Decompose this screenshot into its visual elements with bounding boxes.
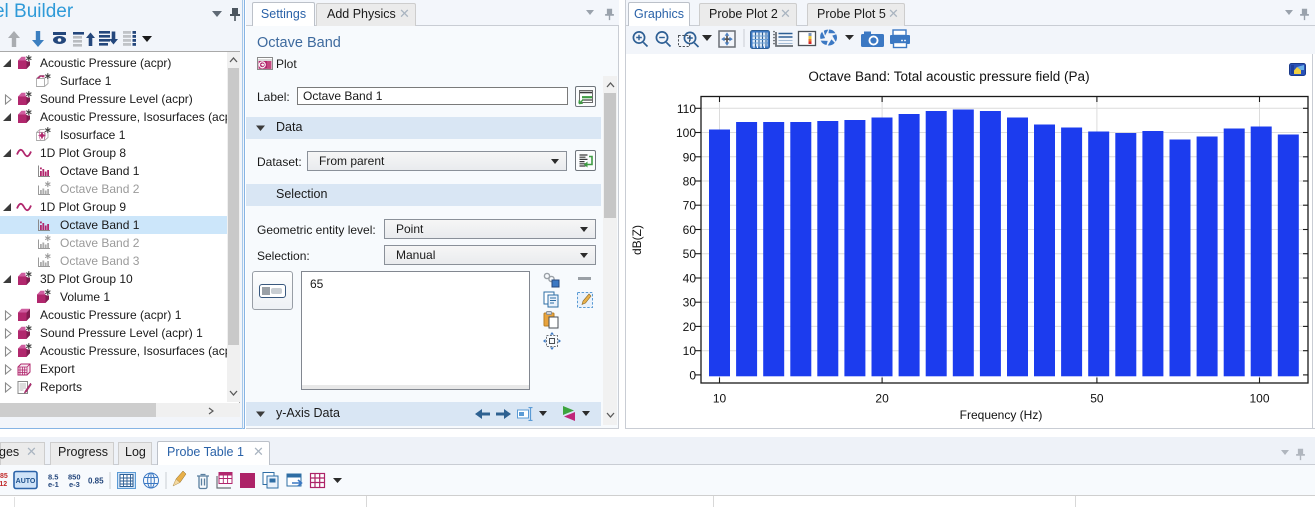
- svg-text:50: 50: [683, 247, 697, 261]
- svg-text:0: 0: [689, 368, 696, 382]
- svg-text:-12: -12: [0, 481, 7, 488]
- svg-text:e-1: e-1: [48, 480, 59, 489]
- svg-text:60: 60: [683, 223, 697, 237]
- svg-text:dB(Z): dB(Z): [630, 225, 644, 255]
- svg-text:110: 110: [677, 102, 696, 116]
- svg-text:90: 90: [683, 150, 697, 164]
- svg-text:40: 40: [683, 272, 697, 286]
- svg-text:100: 100: [1249, 392, 1269, 406]
- svg-text:20: 20: [683, 320, 697, 334]
- svg-text:AUTO: AUTO: [16, 478, 36, 485]
- svg-text:10: 10: [683, 344, 697, 358]
- svg-text:50: 50: [1090, 392, 1104, 406]
- svg-text:80: 80: [683, 175, 697, 189]
- svg-text:70: 70: [683, 199, 697, 213]
- svg-text:10: 10: [713, 392, 727, 406]
- svg-text:0.85: 0.85: [88, 477, 104, 486]
- svg-text:30: 30: [683, 296, 697, 310]
- svg-text:100: 100: [676, 126, 696, 140]
- svg-text:e-3: e-3: [69, 480, 80, 489]
- svg-text:20: 20: [875, 392, 889, 406]
- svg-text:Frequency (Hz): Frequency (Hz): [960, 408, 1043, 422]
- svg-text:.85: .85: [0, 473, 8, 480]
